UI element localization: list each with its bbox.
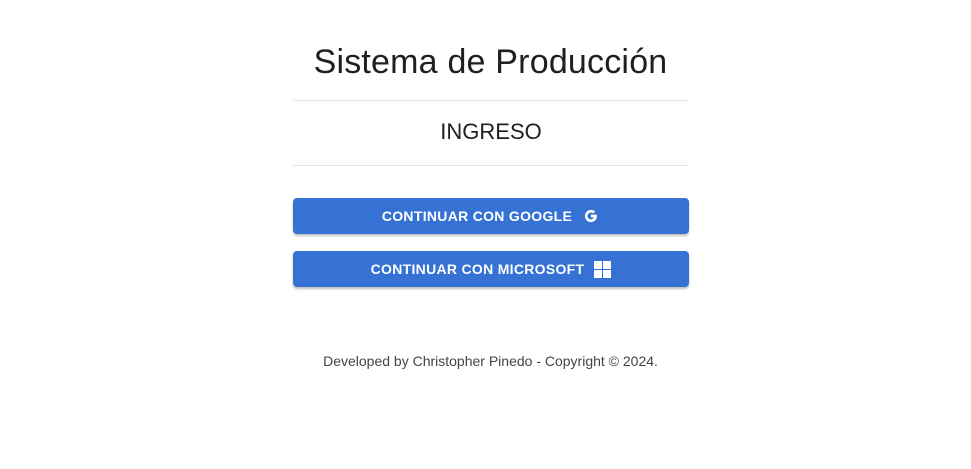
continue-with-microsoft-button[interactable]: CONTINUAR CON MICROSOFT: [293, 251, 689, 287]
windows-icon: [594, 260, 612, 278]
continue-with-google-button[interactable]: CONTINUAR CON GOOGLE: [293, 198, 689, 234]
google-icon: [582, 207, 600, 225]
microsoft-button-label: CONTINUAR CON MICROSOFT: [370, 261, 585, 277]
section-heading: INGRESO: [440, 119, 542, 144]
top-divider: [293, 100, 689, 101]
footer-copyright: Developed by Christopher Pinedo - Copyri…: [323, 353, 658, 369]
page-title: Sistema de Producción: [313, 43, 668, 81]
bottom-divider: [293, 165, 689, 166]
login-page: Sistema de Producción INGRESO CONTINUAR …: [0, 0, 971, 469]
google-button-label: CONTINUAR CON GOOGLE: [381, 208, 573, 224]
